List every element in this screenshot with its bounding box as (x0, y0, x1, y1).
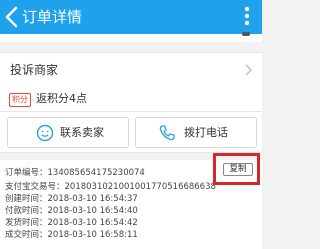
more-vertical-icon[interactable] (240, 4, 254, 30)
action-buttons-row: 联系卖家 拨打电话 (0, 112, 262, 153)
order-number: 订单编号：134085654175230074 (5, 168, 145, 178)
complain-merchant-label: 投诉商家 (10, 63, 59, 77)
call-phone-button[interactable]: 拨打电话 (135, 117, 257, 148)
phone-icon (159, 125, 175, 141)
paid-time: 付款时间：2018-03-10 16:54:40 (5, 206, 138, 216)
points-badge: 积分 (9, 93, 31, 107)
complain-merchant-row[interactable]: 投诉商家 (0, 52, 262, 88)
points-row: 积分 返积分4点 (0, 87, 262, 112)
completed-time: 成交时间：2018-03-10 16:58:11 (5, 230, 138, 240)
back-arrow-icon[interactable] (3, 5, 21, 29)
app-header: 订单详情 (0, 0, 262, 34)
created-time: 创建时间：2018-03-10 16:54:37 (5, 194, 138, 204)
alipay-trade-number: 支付宝交易号：2018031021001001770516686638 (5, 182, 216, 192)
copy-button[interactable]: 复制 (223, 163, 253, 176)
points-text: 返积分4点 (36, 92, 87, 105)
chevron-right-icon (245, 64, 252, 76)
cut-off-section (0, 32, 262, 42)
contact-seller-button[interactable]: 联系卖家 (7, 117, 129, 148)
page-title: 订单详情 (22, 8, 83, 26)
cut-off-text (242, 32, 250, 36)
smile-chat-icon (36, 124, 54, 142)
contact-seller-label: 联系卖家 (60, 126, 104, 139)
shipped-time: 发货时间：2018-03-10 16:54:42 (5, 218, 138, 228)
copy-highlight-box: 复制 (213, 153, 260, 185)
call-phone-label: 拨打电话 (184, 126, 228, 139)
